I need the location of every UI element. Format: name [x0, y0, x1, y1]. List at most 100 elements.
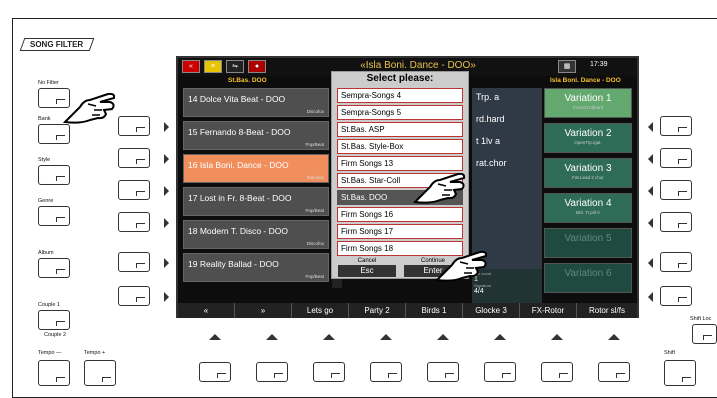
cancel-button[interactable]: Cancel Esc: [338, 258, 396, 278]
song-select-button-4[interactable]: [118, 212, 150, 232]
voice-item[interactable]: rd.hard: [472, 110, 542, 132]
variation-name: Variation 3: [564, 163, 612, 174]
bottom-item-6[interactable]: Rotor sl/fs: [577, 303, 637, 318]
song-item-16[interactable]: 16 Isla Boni. Dance - DOO Discofox: [183, 154, 329, 183]
variation-button-6[interactable]: [660, 286, 692, 306]
bank-button[interactable]: [38, 124, 70, 144]
signature-value: 4/4: [474, 288, 484, 295]
song-item-19[interactable]: 19 Reality Ballad - DOO Pop/Beat: [183, 253, 329, 282]
album-button[interactable]: [38, 258, 70, 278]
bottom-item-2[interactable]: Party 2: [349, 303, 406, 318]
song-select-button-1[interactable]: [118, 116, 150, 136]
tempo-plus-button[interactable]: [84, 360, 116, 386]
bottom-button-1[interactable]: [199, 362, 231, 382]
variation-name: Variation 6: [564, 268, 612, 279]
arrow-up-icon: [380, 334, 392, 340]
dialog-option[interactable]: St.Bas. ASP: [337, 122, 463, 137]
bottom-button-4[interactable]: [370, 362, 402, 382]
bottom-item-1[interactable]: Lets go: [292, 303, 349, 318]
dialog-option[interactable]: Firm Songs 16: [337, 207, 463, 222]
bottom-item-3[interactable]: Birds 1: [406, 303, 463, 318]
song-name: 14 Dolce Vita Beat - DOO: [188, 94, 286, 104]
bottom-button-6[interactable]: [484, 362, 516, 382]
menu-icon[interactable]: ≡: [204, 60, 222, 73]
variation-name: Variation 5: [564, 233, 612, 244]
keyboard-icon[interactable]: ▦: [558, 60, 576, 73]
genre-label: Genre: [38, 198, 54, 204]
arrow-left-icon: [648, 186, 653, 196]
dialog-option[interactable]: St.Bas. Style-Box: [337, 139, 463, 154]
dialog-option[interactable]: Sempra-Songs 4: [337, 88, 463, 103]
usb-icon[interactable]: ⇋: [226, 60, 244, 73]
variation-name: Variation 4: [564, 198, 612, 209]
couple-button[interactable]: [38, 310, 70, 330]
right-header: Isla Boni. Dance - DOO: [550, 77, 621, 84]
song-name: 18 Modern T. Disco - DOO: [188, 226, 288, 236]
variation-5[interactable]: Variation 5: [544, 228, 632, 258]
song-select-button-6[interactable]: [118, 286, 150, 306]
song-item-15[interactable]: 15 Fernando 8-Beat - DOO Pop/Beat: [183, 121, 329, 150]
voice-item[interactable]: Trp. a: [472, 88, 542, 110]
variation-4[interactable]: Variation 4 Brit. Tr.pill.V: [544, 193, 632, 223]
arrow-up-icon: [266, 334, 278, 340]
song-name: 19 Reality Ballad - DOO: [188, 259, 279, 269]
bottom-button-3[interactable]: [313, 362, 345, 382]
bottom-button-7[interactable]: [541, 362, 573, 382]
arrow-up-icon: [209, 334, 221, 340]
variation-list: Variation 1 ConcGt.ndhard Variation 2 Open…: [544, 88, 632, 298]
genre-button[interactable]: [38, 206, 70, 226]
bottom-item-5[interactable]: FX-Rotor: [520, 303, 577, 318]
dialog-option[interactable]: Firm Songs 17: [337, 224, 463, 239]
bottom-item-4[interactable]: Glocke 3: [463, 303, 520, 318]
arrow-up-icon: [494, 334, 506, 340]
shift-lock-button[interactable]: [692, 324, 717, 344]
variation-button-5[interactable]: [660, 252, 692, 272]
variation-6[interactable]: Variation 6: [544, 263, 632, 293]
style-button[interactable]: [38, 165, 70, 185]
bottom-button-8[interactable]: [598, 362, 630, 382]
variation-button-2[interactable]: [660, 148, 692, 168]
arrow-left-icon: [648, 218, 653, 228]
arrow-up-icon: [323, 334, 335, 340]
bottom-button-5[interactable]: [427, 362, 459, 382]
arrow-up-icon: [437, 334, 449, 340]
clock: 17:39: [590, 61, 608, 68]
left-header: St.Bas. DOO: [228, 77, 267, 84]
variation-1[interactable]: Variation 1 ConcGt.ndhard: [544, 88, 632, 118]
song-name: 15 Fernando 8-Beat - DOO: [188, 127, 291, 137]
song-item-14[interactable]: 14 Dolce Vita Beat - DOO Discofox: [183, 88, 329, 117]
scroll-up-button[interactable]: «: [178, 303, 235, 318]
voice-item[interactable]: rat.chor: [472, 154, 542, 176]
bottom-bar: « » Lets go Party 2 Birds 1 Glocke 3 FX-…: [178, 303, 637, 318]
variation-3[interactable]: Variation 3 Fat Lead 2 chor: [544, 158, 632, 188]
arrow-right-icon: [164, 154, 169, 164]
back-icon[interactable]: «: [182, 60, 200, 73]
record-icon[interactable]: ●: [248, 60, 266, 73]
song-tag: Discofox: [306, 175, 324, 180]
song-select-button-5[interactable]: [118, 252, 150, 272]
song-select-button-3[interactable]: [118, 180, 150, 200]
cancel-caption: Cancel: [357, 258, 377, 264]
dialog-option[interactable]: Sempra-Songs 5: [337, 105, 463, 120]
song-tag: Discofox: [306, 109, 324, 114]
tempo-minus-button[interactable]: [38, 360, 70, 386]
style-label: Style: [38, 157, 51, 163]
album-label: Album: [38, 250, 54, 256]
variation-2[interactable]: Variation 2 OpenTrp.Igat.: [544, 123, 632, 153]
couple2-label: Couple 2: [44, 332, 67, 338]
scroll-down-button[interactable]: »: [235, 303, 292, 318]
song-item-18[interactable]: 18 Modern T. Disco - DOO Discofox: [183, 220, 329, 249]
song-tag: Pop/Beat: [305, 142, 324, 147]
variation-button-3[interactable]: [660, 180, 692, 200]
variation-name: Variation 1: [564, 93, 612, 104]
esc-key: Esc: [338, 265, 396, 277]
arrow-right-icon: [164, 186, 169, 196]
variation-button-4[interactable]: [660, 212, 692, 232]
bottom-button-2[interactable]: [256, 362, 288, 382]
variation-button-1[interactable]: [660, 116, 692, 136]
song-select-button-2[interactable]: [118, 148, 150, 168]
song-item-17[interactable]: 17 Lost in Fr. 8-Beat - DOO Pop/Beat: [183, 187, 329, 216]
screen-title: «Isla Boni. Dance - DOO»: [360, 60, 476, 71]
shift-button[interactable]: [664, 360, 696, 386]
voice-item[interactable]: t 1lv a: [472, 132, 542, 154]
